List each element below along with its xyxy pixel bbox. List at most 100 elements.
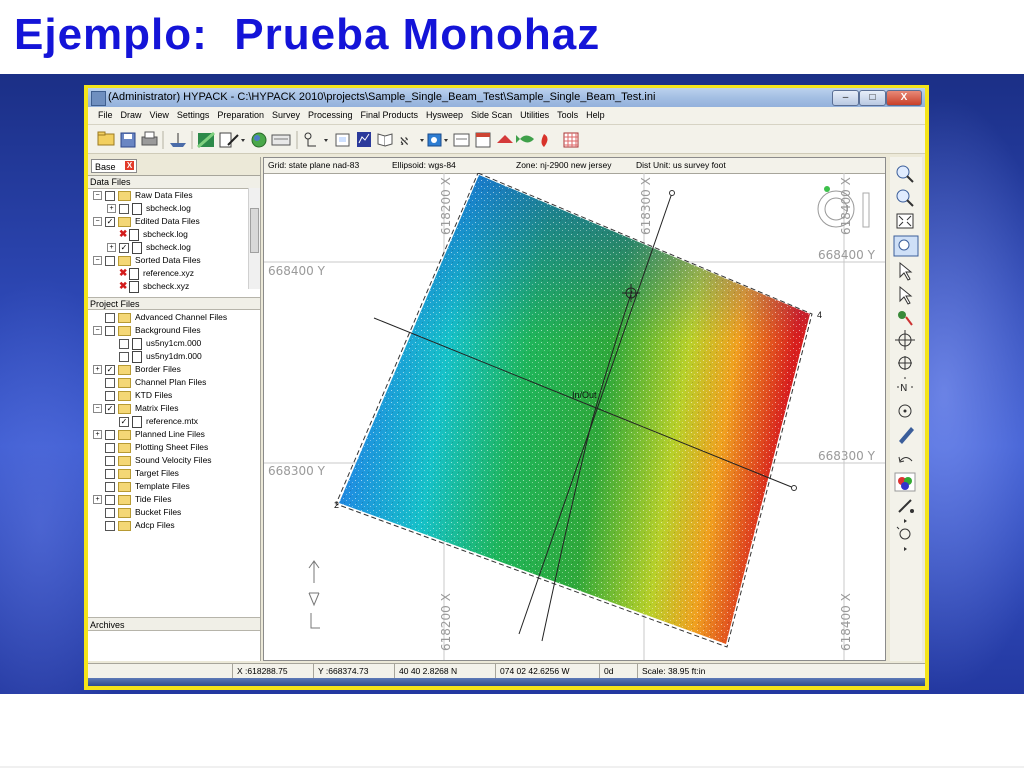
map-view[interactable]: Grid: state plane nad-83 Ellipsoid: wgs-… (263, 157, 886, 661)
tree-icon[interactable] (304, 132, 316, 147)
tree-item[interactable]: + ✓ Border Files (93, 363, 181, 376)
tree-item[interactable]: − ✓ Matrix Files (93, 402, 178, 415)
tree-item[interactable]: Plotting Sheet Files (93, 441, 208, 454)
tree-item[interactable]: KTD Files (93, 389, 172, 402)
map-book-icon[interactable] (427, 133, 442, 147)
checkbox[interactable] (105, 468, 115, 479)
collapse-icon[interactable]: − (93, 256, 102, 266)
checkbox[interactable] (105, 377, 115, 388)
tree-item[interactable]: − Background Files (93, 324, 201, 337)
menu-processing[interactable]: Processing (308, 110, 353, 120)
menu-utilities[interactable]: Utilities (520, 110, 549, 120)
tree-item[interactable]: us5ny1cm.000 (107, 337, 201, 350)
menu-final-products[interactable]: Final Products (361, 110, 419, 120)
checkbox[interactable]: ✓ (119, 242, 129, 253)
tree-item[interactable]: − Sorted Data Files (93, 254, 201, 267)
open-folder-icon[interactable] (97, 131, 115, 146)
tree-item[interactable]: ✓ reference.mtx (107, 415, 198, 428)
pen-icon[interactable] (899, 427, 914, 444)
north-icon[interactable]: N (897, 377, 913, 394)
chart-icon[interactable] (357, 132, 371, 147)
menu-tools[interactable]: Tools (557, 110, 578, 120)
tree-item[interactable]: Bucket Files (93, 506, 181, 519)
collapse-icon[interactable]: − (93, 217, 102, 227)
target-icon[interactable] (898, 404, 912, 418)
collapse-icon[interactable]: − (93, 326, 102, 336)
tree-item[interactable]: Channel Plan Files (93, 376, 206, 389)
tree-item[interactable]: Advanced Channel Files (93, 311, 227, 324)
drag-icon[interactable] (898, 311, 913, 326)
map-canvas[interactable]: In/Out 2 4 668400 Y 668400 Y 668300 Y 66… (264, 173, 886, 661)
tool-a-icon[interactable] (898, 499, 914, 513)
tree-item[interactable]: ✖ sbcheck.log (107, 228, 188, 241)
expand-icon[interactable]: + (93, 495, 102, 505)
close-button[interactable]: X (886, 90, 922, 106)
zoom-out-icon[interactable] (896, 189, 914, 207)
grid-icon[interactable] (563, 132, 579, 148)
globe-icon[interactable] (251, 132, 267, 148)
tree-item[interactable]: + ✓ sbcheck.log (107, 241, 191, 254)
expand-icon[interactable]: + (93, 430, 102, 440)
checkbox[interactable] (105, 190, 115, 201)
collapse-icon[interactable]: − (93, 404, 102, 414)
expand-icon[interactable]: + (107, 243, 116, 253)
checkbox[interactable] (105, 520, 115, 531)
menu-settings[interactable]: Settings (177, 110, 210, 120)
zoom-in-icon[interactable] (896, 165, 914, 183)
menu-side-scan[interactable]: Side Scan (471, 110, 512, 120)
tree-item[interactable]: Sound Velocity Files (93, 454, 212, 467)
checkbox[interactable]: ✓ (105, 364, 115, 375)
calendar-icon[interactable] (475, 132, 491, 148)
zoom-extent-icon[interactable] (896, 213, 914, 229)
crosshair-icon[interactable] (895, 330, 915, 350)
scroll-thumb[interactable] (250, 208, 259, 253)
save-icon[interactable] (120, 132, 136, 148)
menu-hysweep[interactable]: Hysweep (426, 110, 463, 120)
menu-preparation[interactable]: Preparation (217, 110, 264, 120)
checkbox[interactable] (105, 507, 115, 518)
tree-item[interactable]: + Planned Line Files (93, 428, 205, 441)
tree-item[interactable]: − ✓ Edited Data Files (93, 215, 200, 228)
tree-item[interactable]: + Tide Files (93, 493, 172, 506)
tree-item[interactable]: Target Files (93, 467, 179, 480)
expand-icon[interactable]: + (107, 204, 116, 214)
tools-icon[interactable] (197, 131, 215, 149)
menu-view[interactable]: View (150, 110, 169, 120)
select-icon[interactable] (899, 285, 913, 305)
minimize-button[interactable]: – (832, 90, 859, 106)
tree-item[interactable]: − Raw Data Files (93, 189, 193, 202)
color-icon[interactable] (894, 472, 916, 492)
tool-b-icon[interactable] (896, 526, 911, 540)
menu-file[interactable]: File (98, 110, 113, 120)
checkbox[interactable]: ✓ (119, 416, 129, 427)
sound-icon[interactable]: ℵ (400, 135, 408, 148)
menu-help[interactable]: Help (586, 110, 605, 120)
edit-icon[interactable] (219, 132, 239, 148)
matrix-icon[interactable] (541, 134, 548, 147)
checkbox[interactable] (119, 203, 129, 214)
expand-icon[interactable]: + (93, 365, 102, 375)
center-icon[interactable] (898, 356, 912, 370)
tree-item[interactable]: us5ny1dm.000 (107, 350, 202, 363)
checkbox[interactable]: ✓ (105, 403, 115, 414)
line-end-point[interactable] (791, 485, 797, 491)
menu-survey[interactable]: Survey (272, 110, 300, 120)
checkbox[interactable] (119, 351, 129, 362)
boat-icon[interactable] (170, 133, 186, 147)
fish-icon[interactable] (516, 135, 534, 143)
boat-red-icon[interactable] (497, 135, 513, 143)
window-titlebar[interactable]: (Administrator) HYPACK - C:\HYPACK 2010\… (88, 88, 925, 107)
tree-item[interactable]: ✖ sbcheck.xyz (107, 280, 189, 293)
menu-draw[interactable]: Draw (121, 110, 142, 120)
keyboard-icon[interactable] (271, 134, 291, 146)
zoom-window-icon[interactable] (893, 235, 919, 257)
checkbox[interactable] (105, 390, 115, 401)
pointer-icon[interactable] (899, 261, 913, 281)
checkbox[interactable] (105, 429, 115, 440)
data-files-scrollbar[interactable] (248, 188, 260, 289)
collapse-icon[interactable]: − (93, 191, 102, 201)
book-icon[interactable] (377, 133, 393, 147)
maximize-button[interactable]: □ (859, 90, 886, 106)
checkbox[interactable]: ✓ (105, 216, 115, 227)
tree-item[interactable]: Adcp Files (93, 519, 175, 532)
